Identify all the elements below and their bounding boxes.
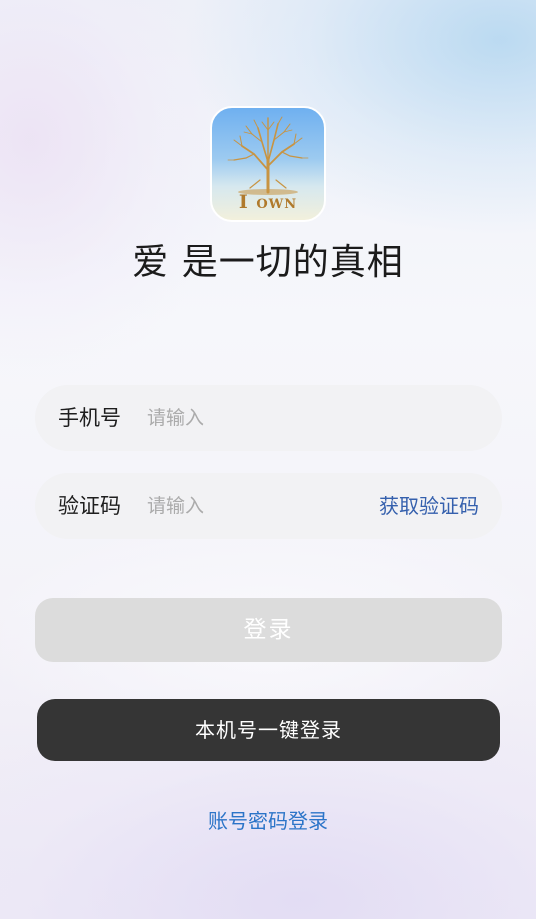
phone-label: 手机号 (58, 406, 121, 430)
logo-text-big: I (238, 191, 249, 213)
phone-field[interactable]: 手机号 (35, 385, 502, 451)
code-field[interactable]: 验证码 获取验证码 (35, 473, 502, 539)
login-button[interactable]: 登录 (35, 598, 502, 662)
account-password-login-link[interactable]: 账号密码登录 (0, 806, 536, 836)
one-key-login-button[interactable]: 本机号一键登录 (37, 699, 500, 761)
app-logo: I OWN (210, 106, 326, 222)
slogan: 爱 是一切的真相 (132, 242, 404, 283)
logo-text-small: OWN (256, 197, 298, 212)
code-input[interactable] (147, 487, 367, 525)
logo-wordmark: I OWN (212, 192, 324, 215)
get-code-button[interactable]: 获取验证码 (379, 473, 479, 539)
code-label: 验证码 (58, 494, 121, 518)
phone-input[interactable] (147, 399, 367, 437)
